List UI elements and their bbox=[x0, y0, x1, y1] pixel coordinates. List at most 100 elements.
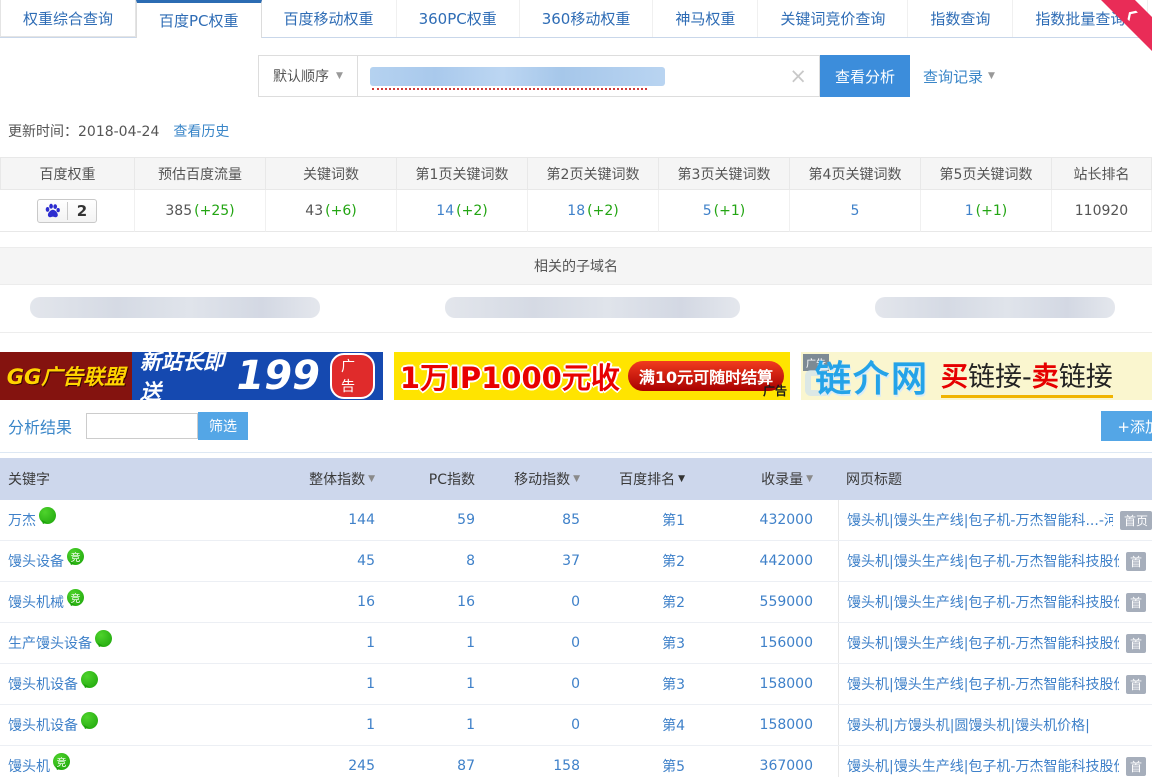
blurred-subdomain[interactable] bbox=[30, 297, 320, 318]
stat-header-page2-keywords: 第2页关键词数 bbox=[528, 157, 659, 190]
query-input[interactable]: × bbox=[358, 55, 820, 97]
stat-header-baidu-weight: 百度权重 bbox=[0, 157, 135, 190]
keyword-link[interactable]: 万杰 bbox=[8, 510, 36, 530]
pc-index-value[interactable]: 16 bbox=[457, 594, 475, 610]
col-header-mobile-index[interactable]: 移动指数▼ bbox=[500, 458, 605, 500]
indexed-count-value[interactable]: 432000 bbox=[760, 512, 813, 528]
overall-index-value[interactable]: 144 bbox=[348, 512, 375, 528]
stat-value-page1-keywords[interactable]: 14(+2) bbox=[397, 190, 528, 232]
pc-index-value[interactable]: 87 bbox=[457, 758, 475, 774]
mobile-index-value[interactable]: 0 bbox=[571, 676, 580, 692]
stat-value-page5-keywords[interactable]: 1(+1) bbox=[921, 190, 1052, 232]
ad-banner-gg-alliance[interactable]: GG广告联盟 新站长即送 199 广告 bbox=[0, 352, 383, 400]
pc-index-value[interactable]: 1 bbox=[466, 676, 475, 692]
analyze-button[interactable]: 查看分析 bbox=[820, 55, 910, 97]
indexed-count-value[interactable]: 559000 bbox=[760, 594, 813, 610]
keyword-link[interactable]: 馒头机械 bbox=[8, 592, 64, 612]
overall-index-value[interactable]: 1 bbox=[366, 635, 375, 651]
mobile-index-value[interactable]: 85 bbox=[562, 512, 580, 528]
keyword-link[interactable]: 生产馒头设备 bbox=[8, 633, 92, 653]
col-header-baidu-rank[interactable]: 百度排名▼ bbox=[605, 458, 710, 500]
ad-banner-ip-buy[interactable]: 1万IP1000元收 满10元可随时结算 广告 bbox=[394, 352, 790, 400]
indexed-count-value[interactable]: 158000 bbox=[760, 676, 813, 692]
overall-index-value[interactable]: 45 bbox=[357, 553, 375, 569]
mobile-index-value[interactable]: 0 bbox=[571, 594, 580, 610]
stat-value-webmaster-rank[interactable]: 110920 bbox=[1052, 190, 1152, 232]
overall-index-value[interactable]: 1 bbox=[366, 676, 375, 692]
stat-value-est-traffic[interactable]: 385(+25) bbox=[135, 190, 266, 232]
stat-value-keywords[interactable]: 43(+6) bbox=[266, 190, 397, 232]
keyword-link[interactable]: 馒头机 bbox=[8, 756, 50, 776]
clear-icon[interactable]: × bbox=[789, 66, 807, 87]
ad3-links-text: 买链接-卖链接 bbox=[941, 355, 1113, 398]
page-title-link[interactable]: 馒头机|方馒头机|圆馒头机|馒头机价格| bbox=[847, 715, 1090, 735]
blurred-subdomain[interactable] bbox=[875, 297, 1115, 318]
baidu-rank-value[interactable]: 第2 bbox=[662, 592, 685, 612]
baidu-rank-value[interactable]: 第4 bbox=[662, 715, 685, 735]
blurred-subdomain[interactable] bbox=[445, 297, 740, 318]
view-history-link[interactable]: 查看历史 bbox=[173, 121, 229, 141]
sort-order-select[interactable]: 默认顺序 ▼ bbox=[258, 55, 358, 97]
add-button[interactable]: +添加 bbox=[1101, 411, 1152, 441]
page-title-link[interactable]: 馒头机|馒头生产线|包子机-万杰智能科技股份... bbox=[847, 592, 1119, 612]
mobile-index-value[interactable]: 0 bbox=[571, 635, 580, 651]
sort-caret-icon[interactable]: ▼ bbox=[806, 474, 813, 484]
overall-index-value[interactable]: 1 bbox=[366, 717, 375, 733]
pc-index-value[interactable]: 1 bbox=[466, 635, 475, 651]
stat-value-page3-keywords[interactable]: 5(+1) bbox=[659, 190, 790, 232]
baidu-rank-value[interactable]: 第5 bbox=[662, 756, 685, 776]
tab-baidu-mobile[interactable]: 百度移动权重 bbox=[262, 0, 397, 37]
baidu-rank-value[interactable]: 第3 bbox=[662, 674, 685, 694]
chevron-down-icon: ▼ bbox=[336, 71, 343, 81]
sort-caret-icon[interactable]: ▼ bbox=[678, 474, 685, 484]
stat-value-page2-keywords[interactable]: 18(+2) bbox=[528, 190, 659, 232]
mobile-index-value[interactable]: 0 bbox=[571, 717, 580, 733]
page-title-link[interactable]: 馒头机|馒头生产线|包子机-万杰智能科技股份... bbox=[847, 633, 1119, 653]
page-title-link[interactable]: 馒头机|馒头生产线|包子机-万杰智能科技股份... bbox=[847, 674, 1119, 694]
indexed-count-value[interactable]: 442000 bbox=[760, 553, 813, 569]
pc-index-value[interactable]: 8 bbox=[466, 553, 475, 569]
baidu-rank-value[interactable]: 第1 bbox=[662, 510, 685, 530]
page-title-link[interactable]: 馒头机|馒头生产线|包子机-万杰智能科技股份... bbox=[847, 551, 1119, 571]
indexed-count-value[interactable]: 367000 bbox=[760, 758, 813, 774]
homepage-badge: 首页 bbox=[1120, 511, 1152, 530]
table-row: 馒头机械 竞 16 16 0 第2 559000 馒头机|馒头生产线|包子机-万… bbox=[0, 582, 1152, 623]
tab-baidu-pc[interactable]: 百度PC权重 bbox=[136, 0, 262, 38]
indexed-count-value[interactable]: 156000 bbox=[760, 635, 813, 651]
tab-360-mobile[interactable]: 360移动权重 bbox=[520, 0, 654, 37]
table-row: 馒头机设备 1 1 0 第3 158000 馒头机|馒头生产线|包子机-万杰智能… bbox=[0, 664, 1152, 705]
keyword-link[interactable]: 馒头机设备 bbox=[8, 674, 78, 694]
tab-weight-overview[interactable]: 权重综合查询 bbox=[0, 0, 136, 37]
tab-index-query[interactable]: 指数查询 bbox=[908, 0, 1013, 37]
blurred-query-text bbox=[370, 67, 665, 86]
keyword-link[interactable]: 馒头机设备 bbox=[8, 715, 78, 735]
pc-index-value[interactable]: 59 bbox=[457, 512, 475, 528]
baidu-rank-value[interactable]: 第3 bbox=[662, 633, 685, 653]
query-records-link[interactable]: 查询记录 ▼ bbox=[923, 55, 995, 97]
page-title-link[interactable]: 馒头机|馒头生产线|包子机-万杰智能科...-河... bbox=[847, 510, 1113, 530]
stat-delta-value: (+25) bbox=[194, 203, 234, 219]
keyword-link[interactable]: 馒头设备 bbox=[8, 551, 64, 571]
tab-keyword-bid[interactable]: 关键词竞价查询 bbox=[758, 0, 908, 37]
ad1-body: 新站长即送 199 广告 bbox=[132, 352, 383, 400]
tab-bar: 权重综合查询百度PC权重百度移动权重360PC权重360移动权重神马权重关键词竞… bbox=[0, 0, 1152, 38]
indexed-count-value[interactable]: 158000 bbox=[760, 717, 813, 733]
mobile-index-value[interactable]: 158 bbox=[553, 758, 580, 774]
filter-button[interactable]: 筛选 bbox=[198, 412, 248, 440]
overall-index-value[interactable]: 16 bbox=[357, 594, 375, 610]
sort-caret-icon[interactable]: ▼ bbox=[368, 474, 375, 484]
homepage-badge: 首 bbox=[1126, 552, 1146, 571]
col-header-indexed-count[interactable]: 收录量▼ bbox=[710, 458, 838, 500]
col-header-overall-index[interactable]: 整体指数▼ bbox=[300, 458, 400, 500]
tab-shenma[interactable]: 神马权重 bbox=[653, 0, 758, 37]
pc-index-value[interactable]: 1 bbox=[466, 717, 475, 733]
filter-input[interactable] bbox=[86, 413, 198, 439]
stat-value-page4-keywords[interactable]: 5 bbox=[790, 190, 921, 232]
sort-caret-icon[interactable]: ▼ bbox=[573, 474, 580, 484]
mobile-index-value[interactable]: 37 bbox=[562, 553, 580, 569]
page-title-link[interactable]: 馒头机|馒头生产线|包子机-万杰智能科技股份... bbox=[847, 756, 1119, 776]
baidu-rank-value[interactable]: 第2 bbox=[662, 551, 685, 571]
ad-banner-link-market[interactable]: 广告 链介网 买链接-卖链接 bbox=[801, 352, 1152, 400]
overall-index-value[interactable]: 245 bbox=[348, 758, 375, 774]
tab-360-pc[interactable]: 360PC权重 bbox=[397, 0, 520, 37]
